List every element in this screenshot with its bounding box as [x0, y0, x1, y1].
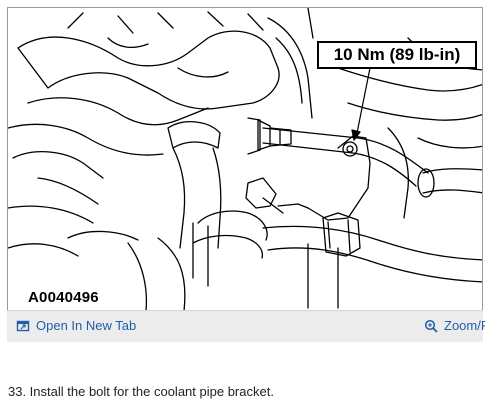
magnifier-zoom-icon [424, 319, 438, 333]
zoom-print-button[interactable]: Zoom/P [424, 318, 485, 333]
zoom-print-label: Zoom/P [444, 318, 485, 333]
service-illustration: 10 Nm (89 lb-in) A0040496 [7, 7, 483, 310]
image-toolbar: Open In New Tab Zoom/P [7, 310, 485, 342]
open-in-new-tab-button[interactable]: Open In New Tab [16, 318, 136, 333]
open-in-new-tab-label: Open In New Tab [36, 318, 137, 333]
figure-id-label: A0040496 [28, 289, 99, 306]
step-instruction: 33. Install the bolt for the coolant pip… [8, 384, 274, 399]
open-new-tab-icon [16, 319, 30, 333]
torque-callout: 10 Nm (89 lb-in) [317, 41, 477, 69]
